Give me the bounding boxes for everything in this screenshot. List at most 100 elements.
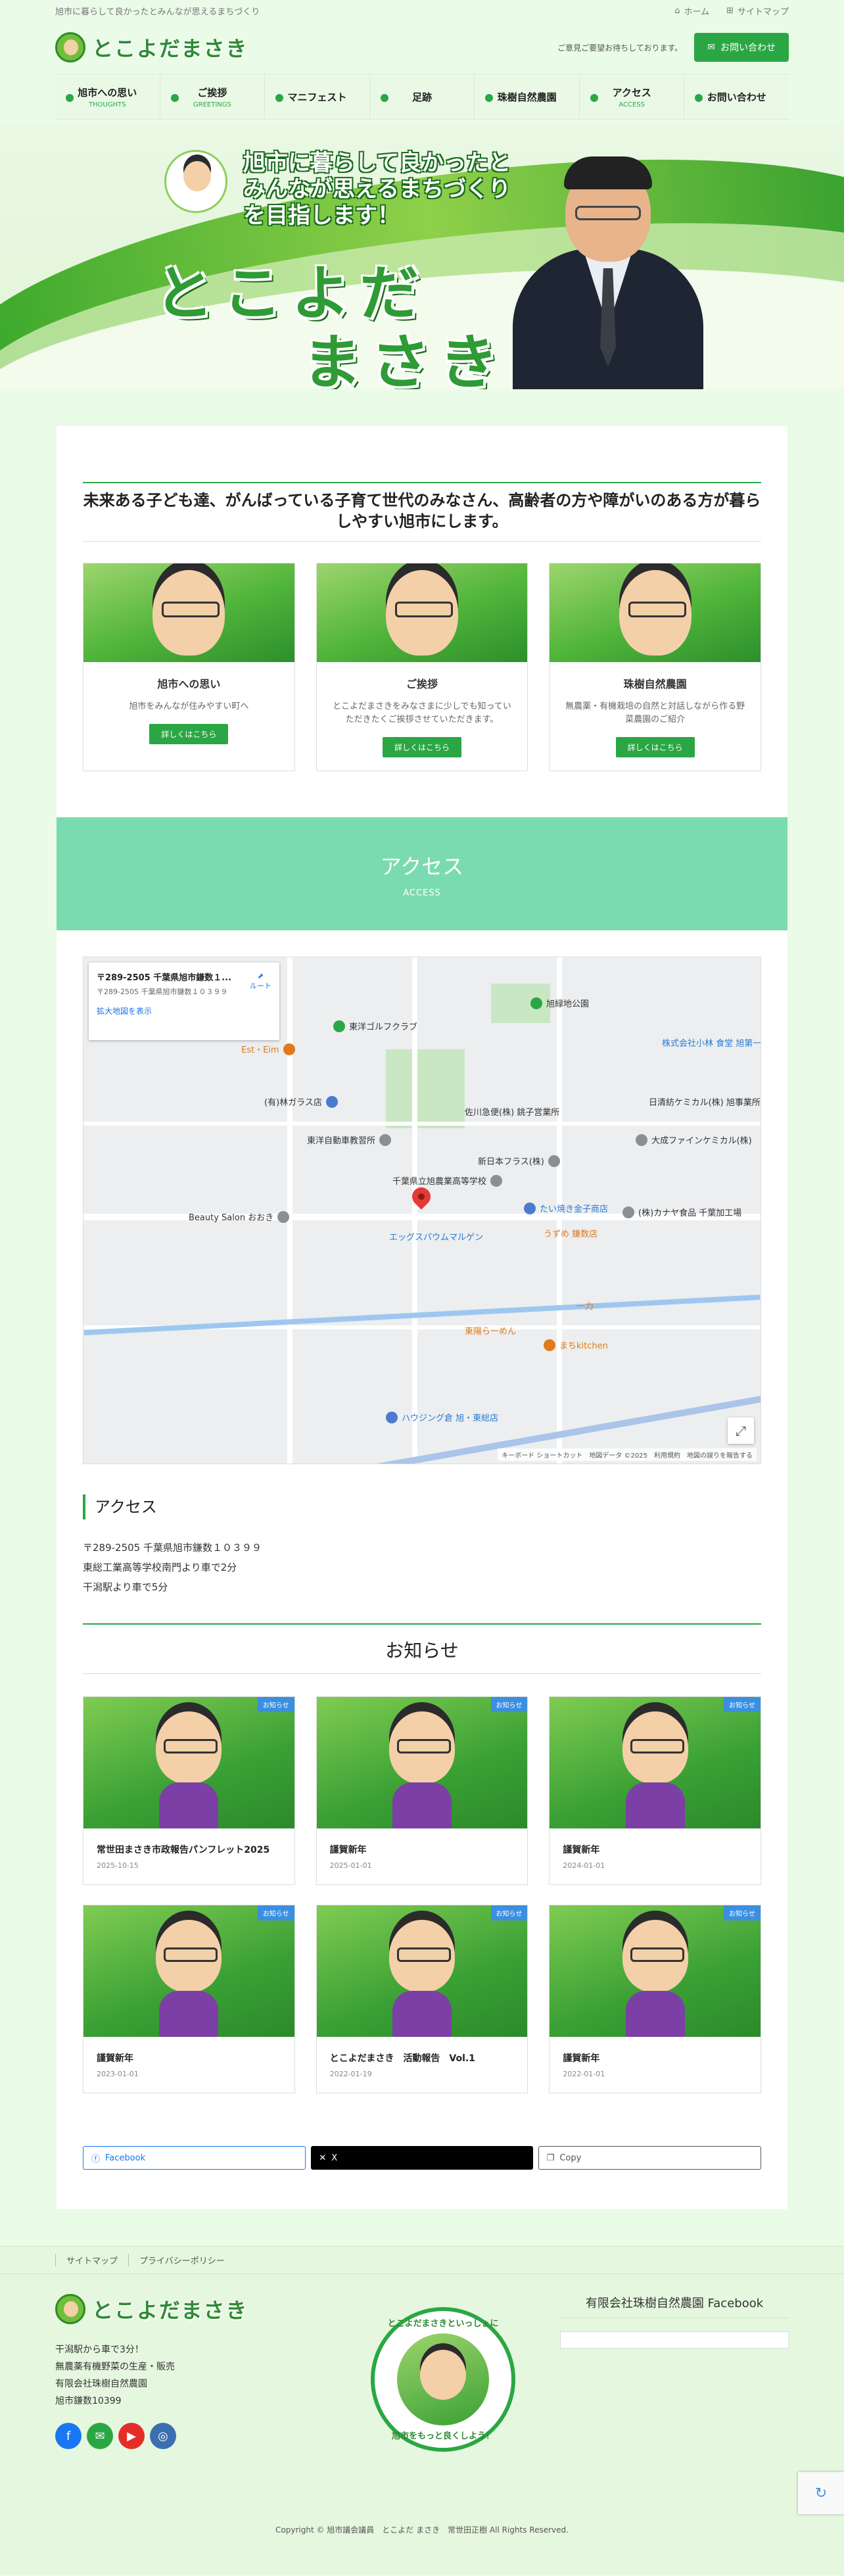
map-poi[interactable]: 日清紡ケミカル(株) 旭事業所 xyxy=(649,1095,761,1108)
access-details: 〒289-2505 千葉県旭市鎌数１０３９９ 東総工業高等学校南門より車で2分 … xyxy=(83,1538,761,1597)
news-card[interactable]: お知らせ 謹賀新年 2024-01-01 xyxy=(549,1696,761,1885)
mail-icon[interactable]: ✉ xyxy=(87,2423,113,2449)
facebook-icon[interactable]: f xyxy=(55,2423,82,2449)
map-info-box: 〒289-2505 千葉県旭市鎌数１... 〒289-2505 千葉県旭市鎌数１… xyxy=(89,963,279,1040)
map-poi[interactable]: 千葉県立旭農業高等学校 xyxy=(392,1174,503,1187)
map-poi[interactable]: 東洋ゴルフクラブ xyxy=(333,1020,417,1032)
candidate-photo xyxy=(513,143,703,389)
badge-text: とこよだまさきといっしょに xyxy=(387,2319,499,2329)
nav-item-footprints[interactable]: 足跡 xyxy=(369,74,475,119)
news-card[interactable]: お知らせ 謹賀新年 2025-01-01 xyxy=(316,1696,528,1885)
footer-logo[interactable]: とこよだまさき xyxy=(55,2294,344,2324)
fullscreen-icon[interactable]: ⤢ xyxy=(728,1418,754,1444)
news-title: 謹賀新年 xyxy=(563,2053,600,2064)
map-poi[interactable]: Est・Eim xyxy=(241,1043,295,1055)
poi-label: ハウジング倉 旭・東総店 xyxy=(402,1414,499,1423)
facebook-widget[interactable] xyxy=(560,2331,789,2349)
poi-label: 東陽らーめん xyxy=(465,1327,517,1337)
access-banner: アクセス ACCESS xyxy=(57,817,787,930)
hero-line: みんなが思えるまちづくり xyxy=(243,176,511,203)
logo-face-icon xyxy=(55,2294,85,2324)
map-poi[interactable]: 一力 xyxy=(576,1299,594,1312)
map-poi[interactable]: 株式会社小林 食堂 旭第一工場 xyxy=(662,1036,761,1049)
character-face xyxy=(388,1920,455,1992)
youtube-icon[interactable]: ▶ xyxy=(118,2423,145,2449)
bullet-icon xyxy=(66,94,74,102)
news-tag: お知らせ xyxy=(257,1905,294,1920)
nav-item-manifesto[interactable]: マニフェスト xyxy=(264,74,369,119)
home-link[interactable]: ⌂ ホーム xyxy=(674,5,709,17)
badge-text: 旭市をもっと良くしよう！ xyxy=(391,2431,494,2441)
map-poi[interactable]: 新日本フラス(株) xyxy=(478,1155,560,1167)
card-image xyxy=(550,563,761,662)
enlarge-map-link[interactable]: 拡大地図を表示 xyxy=(97,1005,271,1016)
home-link-label: ホーム xyxy=(684,7,710,17)
poi-label: たい焼き金子商店 xyxy=(540,1205,609,1214)
card-image xyxy=(316,563,528,662)
news-date: 2023-01-01 xyxy=(97,2070,139,2078)
map-poi[interactable]: たい焼き金子商店 xyxy=(524,1202,608,1214)
access-heading: アクセス xyxy=(83,1494,761,1519)
news-grid: お知らせ 常世田まさき市政報告パンフレット2025 2025-10-15 お知らせ謹… xyxy=(83,1696,761,2093)
feature-card: 珠樹自然農園 無農薬・有機栽培の自然と対話しながら作る野菜農園のご紹介 詳しくはこち… xyxy=(549,563,762,771)
share-label: X xyxy=(331,2153,338,2163)
map-poi[interactable]: 東陽らーめん xyxy=(465,1324,516,1337)
news-image: お知らせ xyxy=(316,1697,528,1828)
map-poi[interactable]: 東洋自動車教習所 xyxy=(307,1133,392,1146)
map-poi[interactable]: Beauty Salon おおき xyxy=(189,1210,290,1223)
news-card[interactable]: お知らせ 謹賀新年 2023-01-01 xyxy=(83,1905,295,2093)
map-poi[interactable]: (有)林ガラス店 xyxy=(264,1095,338,1108)
card-text: 旭市をみんなが住みやすい町へ xyxy=(129,702,249,711)
poi-label: (株)カナヤ食品 千葉加工場 xyxy=(638,1208,742,1218)
map-poi[interactable]: (株)カナヤ食品 千葉加工場 xyxy=(622,1206,741,1218)
nav-item-thoughts[interactable]: 旭市への思い THOUGHTS xyxy=(55,74,160,119)
contact-note: ご意見ご要望お待ちしております。 xyxy=(557,43,683,53)
map-poi[interactable]: 旭緑地公園 xyxy=(530,997,589,1009)
map-poi[interactable]: まちkitchen xyxy=(544,1339,608,1351)
details-button[interactable]: 詳しくはこちら xyxy=(149,724,229,744)
character-face xyxy=(619,570,692,656)
news-date: 2024-01-01 xyxy=(563,1861,605,1870)
access-directions: 東総工業高等学校南門より車で2分 xyxy=(83,1562,237,1573)
share-x-button[interactable]: ✕ X xyxy=(311,2146,533,2170)
site-logo[interactable]: とこよだまさき xyxy=(55,32,248,62)
poi-label: 東洋自動車教習所 xyxy=(307,1136,376,1146)
nav-item-access[interactable]: アクセス ACCESS xyxy=(578,74,684,119)
site-footer: サイトマップ プライバシーポリシー とこよだまさき 干潟駅から車で3分！ 無農薬… xyxy=(0,2246,844,2575)
map-poi[interactable]: ハウジング倉 旭・東総店 xyxy=(386,1411,498,1423)
nav-label: 旭市への思い xyxy=(78,86,137,99)
footer-link-sitemap[interactable]: サイトマップ xyxy=(55,2254,128,2266)
poi-label: まちkitchen xyxy=(559,1341,608,1351)
google-map[interactable]: 旭緑地公園 東洋ゴルフクラブ (有)林ガラス店 東洋自動車教習所 Beauty … xyxy=(83,957,761,1464)
recaptcha-icon[interactable]: ↻ xyxy=(798,2472,844,2514)
news-card[interactable]: お知らせ 謹賀新年 2022-01-01 xyxy=(549,1905,761,2093)
instagram-icon[interactable]: ◎ xyxy=(150,2423,176,2449)
map-poi[interactable]: エッグスパウムマルゲン xyxy=(389,1230,483,1243)
poi-icon xyxy=(386,1411,398,1423)
details-button[interactable]: 詳しくはこちら xyxy=(615,737,695,757)
nav-item-farm[interactable]: 珠樹自然農園 xyxy=(474,74,579,119)
nav-item-contact[interactable]: お問い合わせ xyxy=(684,74,789,119)
sitemap-link[interactable]: ⊞ サイトマップ xyxy=(726,5,789,17)
bullet-icon xyxy=(170,94,179,102)
news-image: お知らせ xyxy=(83,1905,294,2037)
news-card[interactable]: お知らせ とこよだまさき 活動報告 Vol.1 2022-01-19 xyxy=(316,1905,528,2093)
route-icon: ⬈ xyxy=(257,972,264,980)
copy-url-button[interactable]: ❐ Copy xyxy=(538,2146,761,2170)
map-poi[interactable]: 佐川急便(株) 銚子営業所 xyxy=(465,1105,559,1118)
footer-link-privacy[interactable]: プライバシーポリシー xyxy=(128,2254,235,2266)
news-tag: お知らせ xyxy=(257,1697,294,1712)
nav-item-greetings[interactable]: ご挨拶 GREETINGS xyxy=(159,74,265,119)
nav-sub: ACCESS xyxy=(619,101,645,108)
details-button[interactable]: 詳しくはこちら xyxy=(383,737,462,757)
map-poi[interactable]: うずめ 鎌数店 xyxy=(544,1227,598,1239)
share-facebook-button[interactable]: ⓕ Facebook xyxy=(83,2146,306,2170)
news-title: とこよだまさき 活動報告 Vol.1 xyxy=(329,2053,475,2064)
copy-icon: ❐ xyxy=(546,2153,555,2163)
feature-card: 旭市への思い 旭市をみんなが住みやすい町へ 詳しくはこちら xyxy=(83,563,295,771)
card-image xyxy=(83,563,294,662)
contact-button[interactable]: ✉ お問い合わせ xyxy=(694,33,789,62)
news-card[interactable]: お知らせ 常世田まさき市政報告パンフレット2025 2025-10-15 xyxy=(83,1696,295,1885)
map-poi[interactable]: 大成ファインケミカル(株) xyxy=(636,1133,752,1146)
route-button[interactable]: ⬈ ルート xyxy=(250,972,271,991)
